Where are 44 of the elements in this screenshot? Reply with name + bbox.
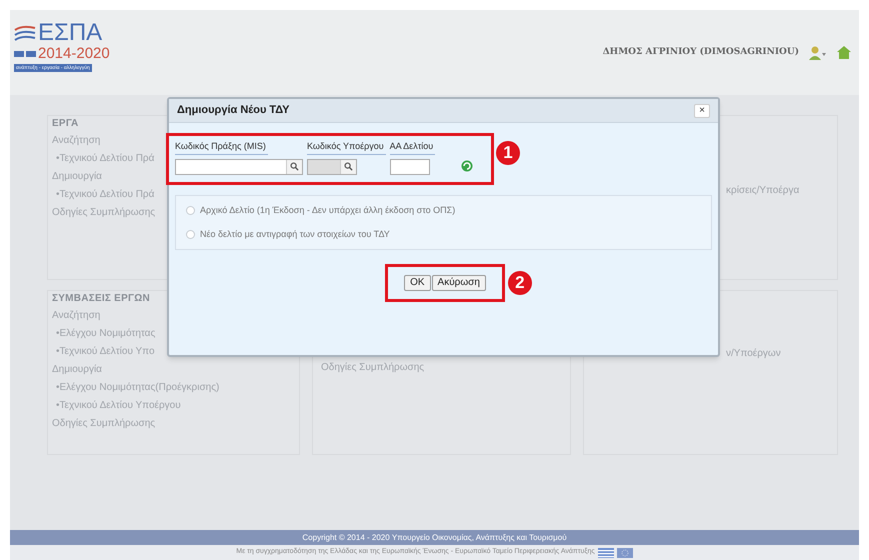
logo-years: 2014-2020 <box>38 45 110 62</box>
menu-group-label: Δημιουργία <box>52 363 102 377</box>
refresh-icon[interactable] <box>461 160 474 172</box>
section-heading: ΣΥΜΒΑΣΕΙΣ ΕΡΓΩΝ <box>52 292 150 306</box>
logo-title: ΕΣΠΑ <box>38 21 102 45</box>
field-label: ΑΑ Δελτίου <box>390 140 436 154</box>
input-field[interactable] <box>175 158 303 174</box>
menu-group-label: Δημιουργία <box>52 170 102 184</box>
section-heading: ΕΡΓΑ <box>52 117 78 131</box>
close-button[interactable]: × <box>694 104 710 118</box>
menu-link[interactable]: ν/Υποέργων <box>722 345 781 363</box>
waves-icon <box>14 25 36 41</box>
radio-button[interactable] <box>186 206 195 216</box>
flags-icon <box>14 50 36 58</box>
menu-link[interactable]: •Τεχνικού Δελτίου Υπο <box>52 343 155 361</box>
menu-link[interactable]: •Τεχνικού Δελτίου Πρά <box>52 186 154 204</box>
menu-group-label: Οδηγίες Συμπλήρωσης <box>52 417 156 431</box>
field-label: Κωδικός Υποέργου <box>307 140 386 154</box>
menu-link[interactable]: κρίσεις/Υποέργα <box>722 182 800 200</box>
home-icon[interactable] <box>837 46 851 59</box>
dialog-title: Δημιουργία Νέου ΤΔΥ <box>177 103 290 118</box>
menu-group-label: Οδηγίες Συμπλήρωσης <box>321 361 424 375</box>
callout-badge: 2 <box>508 271 532 295</box>
user-name: ΔΗΜΟΣ ΑΓΡΙΝΙΟΥ (DIMOSAGRINIOU) <box>602 46 799 59</box>
greek-flag-icon <box>598 548 614 558</box>
menu-link[interactable]: •Ελέγχου Νομιμότητας(Προέγκρισης) <box>52 379 220 397</box>
menu-link[interactable]: •Τεχνικού Δελτίου Πρά <box>52 150 154 168</box>
dialog-button[interactable]: OK <box>404 275 431 291</box>
menu-group-label: Αναζήτηση <box>52 134 100 148</box>
eu-flag-icon <box>616 548 633 558</box>
callout-badge: 1 <box>496 141 520 165</box>
field-label: Κωδικός Πράξης (MIS) <box>175 140 268 154</box>
option-label: Αρχικό Δελτίο (1η Έκδοση - Δεν υπάρχει άλλη έκδοση στο ΟΠΣ) <box>200 204 456 217</box>
input-field[interactable] <box>390 158 430 174</box>
copyright-text: Copyright © 2014 - 2020 Υπουργείο Οικονομίας, Ανάπτυξης και Τουρισμού <box>302 532 567 544</box>
dialog-button[interactable]: Ακύρωση <box>432 275 486 291</box>
search-icon[interactable] <box>290 162 299 171</box>
option-label: Νέο δελτίο με αντιγραφή των στοιχείων του ΤΔΥ <box>200 228 390 241</box>
radio-button[interactable] <box>186 230 195 239</box>
menu-link[interactable]: •Ελέγχου Νομιμότητας <box>52 325 156 343</box>
menu-link[interactable]: •Τεχνικού Δελτίου Υποέργου <box>52 397 181 415</box>
menu-group-label: Οδηγίες Συμπλήρωσης <box>52 206 156 220</box>
menu-group-label: Αναζήτηση <box>52 309 100 323</box>
user-icon[interactable] <box>809 46 827 60</box>
